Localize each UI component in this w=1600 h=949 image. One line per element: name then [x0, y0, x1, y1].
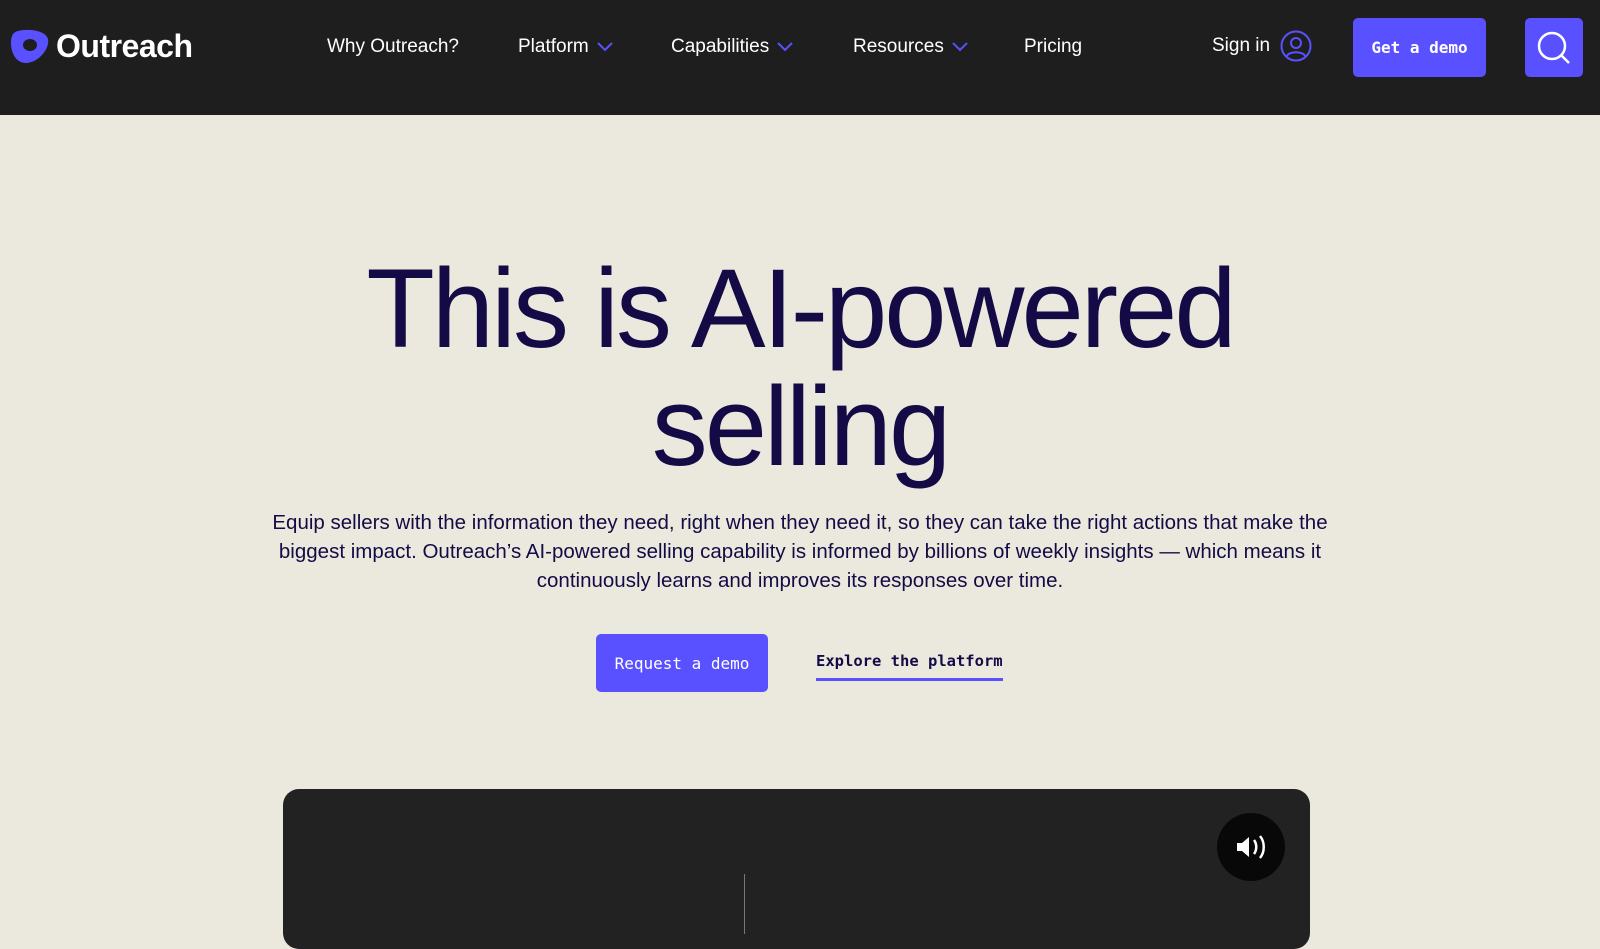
search-button[interactable] — [1525, 18, 1583, 77]
search-icon — [1537, 31, 1570, 64]
request-demo-button[interactable]: Request a demo — [596, 634, 768, 692]
chevron-down-icon — [952, 42, 968, 52]
video-divider — [744, 874, 745, 934]
speaker-icon — [1237, 835, 1265, 859]
video-player[interactable] — [283, 789, 1310, 949]
brand-logo[interactable]: Outreach — [10, 28, 193, 65]
nav-why-outreach[interactable]: Why Outreach? — [327, 36, 459, 58]
hero-subtitle: Equip sellers with the information they … — [272, 511, 1328, 592]
sign-in-link[interactable]: Sign in — [1212, 30, 1312, 62]
user-icon — [1280, 30, 1312, 62]
chevron-down-icon — [597, 42, 613, 52]
nav-label: Capabilities — [671, 36, 770, 57]
chevron-down-icon — [777, 42, 793, 52]
hero-title-line1: This is AI-powered — [366, 246, 1236, 371]
nav-resources[interactable]: Resources — [853, 36, 968, 58]
explore-platform-link[interactable]: Explore the platform — [816, 652, 1003, 681]
nav-label: Platform — [518, 36, 589, 57]
hero-title-line2: selling — [651, 364, 952, 489]
nav-platform[interactable]: Platform — [518, 36, 613, 58]
outreach-logo-icon — [11, 29, 49, 63]
unmute-button[interactable] — [1217, 813, 1285, 881]
brand-name: Outreach — [56, 28, 193, 64]
nav-capabilities[interactable]: Capabilities — [671, 36, 793, 58]
nav-label: Why Outreach? — [327, 36, 459, 57]
sign-in-label: Sign in — [1212, 35, 1271, 56]
get-demo-button[interactable]: Get a demo — [1353, 18, 1486, 77]
hero-title: This is AI-powered selling — [0, 250, 1600, 486]
nav-label: Resources — [853, 36, 944, 57]
nav-label: Pricing — [1024, 36, 1083, 57]
top-nav: Outreach Why Outreach? Platform Capabili… — [0, 0, 1600, 115]
nav-pricing[interactable]: Pricing — [1024, 36, 1082, 58]
